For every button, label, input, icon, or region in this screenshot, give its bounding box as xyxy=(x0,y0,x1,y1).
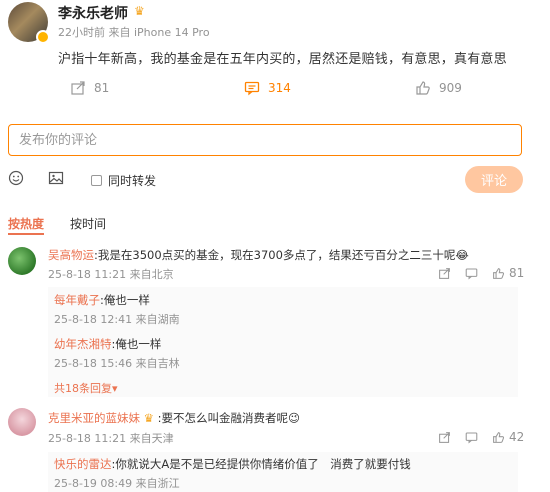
thumbs-up-icon xyxy=(493,267,505,279)
reply-text: 幼年杰湘特:俺也一样 xyxy=(54,336,161,352)
reply-body: :你就说大A是不是已经提供你情绪价值了 消费了就要付钱 xyxy=(111,457,411,471)
comment-repost-button[interactable] xyxy=(438,430,451,444)
comment-reply-button[interactable] xyxy=(465,266,478,280)
comment-meta: 25-8-18 11:21 来自天津 xyxy=(48,432,174,445)
comment-like-button[interactable]: 81 xyxy=(492,266,524,280)
comment-repost-button[interactable] xyxy=(438,266,451,280)
comment-body: :要不怎么叫金融消费者呢😉 xyxy=(157,411,300,425)
repost-icon xyxy=(439,267,450,279)
comment-actions: 42 xyxy=(438,430,524,444)
repost-icon xyxy=(439,431,450,443)
repost-icon xyxy=(71,81,85,95)
comment-body: :我是在3500点买的基金，现在3700多点了，结果还亏百分之二三十呢😂 xyxy=(94,248,469,262)
verified-badge-icon xyxy=(36,30,50,44)
emoji-icon xyxy=(8,170,24,186)
reply-username[interactable]: 每年戴子 xyxy=(54,293,100,307)
comment-actions: 81 xyxy=(438,266,524,280)
comment-reply-button[interactable] xyxy=(465,430,478,444)
comment-meta: 25-8-18 11:21 来自北京 xyxy=(48,268,174,281)
comment-username[interactable]: 吴高物运 xyxy=(48,248,94,262)
comment-like-count: 81 xyxy=(509,266,525,280)
post-author-name[interactable]: 李永乐老师 xyxy=(58,3,128,23)
thumbs-up-icon xyxy=(416,81,430,95)
commenter-avatar[interactable] xyxy=(8,247,36,275)
crown-icon: ♛ xyxy=(143,411,154,425)
thumbs-up-icon xyxy=(493,431,505,443)
reply-username[interactable]: 幼年杰湘特 xyxy=(54,337,112,351)
repost-checkbox-label: 同时转发 xyxy=(108,174,157,188)
comment-icon xyxy=(244,81,260,96)
image-button[interactable] xyxy=(48,170,64,190)
more-replies-label: 共18条回复 xyxy=(54,382,112,395)
comment-icon xyxy=(465,432,478,444)
reply-text: 快乐的雷达:你就说大A是不是已经提供你情绪价值了 消费了就要付钱 xyxy=(54,456,411,472)
commenter-avatar[interactable] xyxy=(8,408,36,436)
checkbox-icon xyxy=(91,175,102,186)
repost-checkbox[interactable]: 同时转发 xyxy=(91,172,156,189)
comment-like-count: 42 xyxy=(509,430,525,444)
reply-body: :俺也一样 xyxy=(100,293,150,307)
comment-icon xyxy=(465,268,478,280)
comment-input[interactable] xyxy=(8,124,522,156)
repost-button[interactable]: 81 xyxy=(70,80,109,96)
caret-down-icon: ▾ xyxy=(112,382,118,395)
more-replies-link[interactable]: 共18条回复▾ xyxy=(54,380,118,396)
comment-text: 吴高物运:我是在3500点买的基金，现在3700多点了，结果还亏百分之二三十呢😂 xyxy=(48,247,469,263)
crown-icon: ♛ xyxy=(134,4,145,18)
repost-count: 81 xyxy=(94,81,110,95)
like-count: 909 xyxy=(439,81,462,95)
post-meta: 22小时前 来自 iPhone 14 Pro xyxy=(58,26,210,39)
submit-comment-button[interactable]: 评论 xyxy=(465,166,523,193)
comment-count: 314 xyxy=(268,81,291,95)
comment-like-button[interactable]: 42 xyxy=(492,430,524,444)
emoji-button[interactable] xyxy=(8,170,24,190)
tab-sort-hot[interactable]: 按热度 xyxy=(8,215,44,232)
comment-username[interactable]: 克里米亚的蓝妹妹 xyxy=(48,411,140,425)
reply-username[interactable]: 快乐的雷达 xyxy=(54,457,112,471)
reply-text: 每年戴子:俺也一样 xyxy=(54,292,150,308)
reply-meta: 25-8-18 15:46 来自吉林 xyxy=(54,357,180,370)
tab-sort-time[interactable]: 按时间 xyxy=(70,215,106,232)
comment-text: 克里米亚的蓝妹妹 ♛ :要不怎么叫金融消费者呢😉 xyxy=(48,410,300,426)
comment-button[interactable]: 314 xyxy=(244,80,291,96)
like-button[interactable]: 909 xyxy=(415,80,462,96)
post-body: 沪指十年新高，我的基金是在五年内买的，居然还是赔钱，有意思，真有意思 xyxy=(58,52,507,67)
active-tab-indicator xyxy=(8,233,44,235)
reply-meta: 25-8-19 08:49 来自浙江 xyxy=(54,477,180,490)
reply-body: :俺也一样 xyxy=(111,337,162,351)
image-icon xyxy=(48,171,64,185)
reply-meta: 25-8-18 12:41 来自湖南 xyxy=(54,313,180,326)
